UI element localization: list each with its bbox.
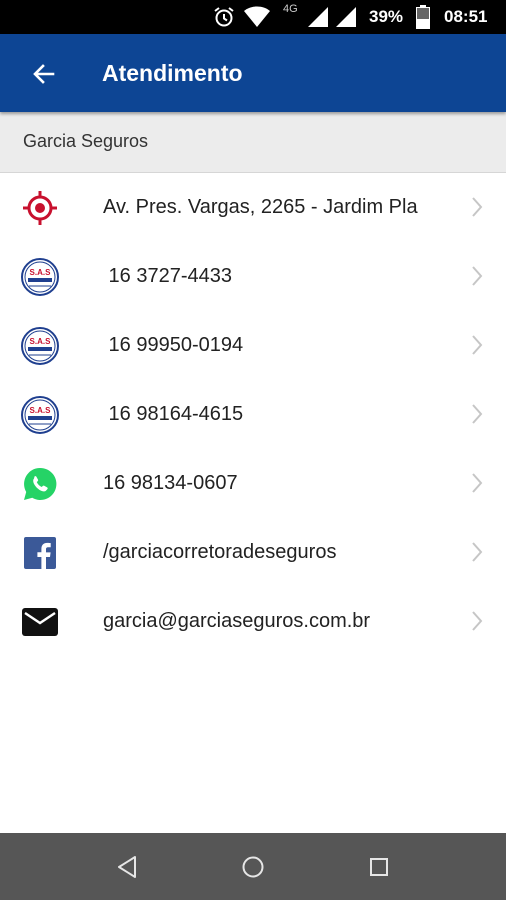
nav-recents-button[interactable] [362,851,396,883]
alarm-icon [212,0,236,34]
page-title: Atendimento [102,60,243,86]
clock: 08:51 [444,7,488,26]
contact-list: Av. Pres. Vargas, 2265 - Jardim Pla S.A.… [0,173,506,656]
facebook-icon [20,534,60,572]
chevron-right-icon [472,473,483,493]
sas-logo-icon: S.A.S [20,396,60,434]
chevron-right-icon [472,335,483,355]
network-type-label: 4G [283,3,298,15]
arrow-back-icon [33,64,55,84]
system-nav-bar [0,833,506,900]
chevron-right-icon [472,197,483,217]
facebook-row[interactable]: /garciacorretoradeseguros [0,518,506,587]
battery-percent: 39% [369,7,404,26]
wifi-icon [244,0,270,34]
svg-text:S.A.S: S.A.S [30,337,52,346]
whatsapp-icon [20,465,60,503]
company-name: Garcia Seguros [23,131,149,151]
email-icon [20,603,60,641]
phone-row[interactable]: S.A.S 16 98164-4615 [0,380,506,449]
location-target-icon [20,189,60,227]
whatsapp-row[interactable]: 16 98134-0607 [0,449,506,518]
status-bar: 4G 39% 08:51 [0,0,506,34]
chevron-right-icon [472,266,483,286]
square-recents-icon [370,858,388,876]
svg-text:S.A.S: S.A.S [30,406,52,415]
phone-text: 16 99950-0194 [103,334,244,356]
signal-icon [336,0,356,34]
triangle-back-icon [118,856,136,878]
email-text: garcia@garciaseguros.com.br [103,610,371,632]
phone-text: 16 3727-4433 [103,265,233,287]
chevron-right-icon [472,611,483,631]
email-row[interactable]: garcia@garciaseguros.com.br [0,587,506,656]
address-text: Av. Pres. Vargas, 2265 - Jardim Pla [103,196,418,218]
chevron-right-icon [472,542,483,562]
battery-icon [416,0,430,34]
phone-row[interactable]: S.A.S 16 99950-0194 [0,311,506,380]
facebook-text: /garciacorretoradeseguros [103,541,337,563]
chevron-right-icon [472,404,483,424]
company-header: Garcia Seguros [0,112,506,173]
app-bar: Atendimento [0,34,506,112]
address-row[interactable]: Av. Pres. Vargas, 2265 - Jardim Pla [0,173,506,242]
circle-home-icon [242,856,264,878]
sas-logo-icon: S.A.S [20,258,60,296]
signal-icon [308,0,328,34]
back-button[interactable] [22,52,66,96]
whatsapp-text: 16 98134-0607 [103,472,238,494]
svg-text:S.A.S: S.A.S [30,268,52,277]
nav-back-button[interactable] [110,851,144,883]
nav-home-button[interactable] [236,851,270,883]
phone-row[interactable]: S.A.S 16 3727-4433 [0,242,506,311]
phone-text: 16 98164-4615 [103,403,244,425]
sas-logo-icon: S.A.S [20,327,60,365]
